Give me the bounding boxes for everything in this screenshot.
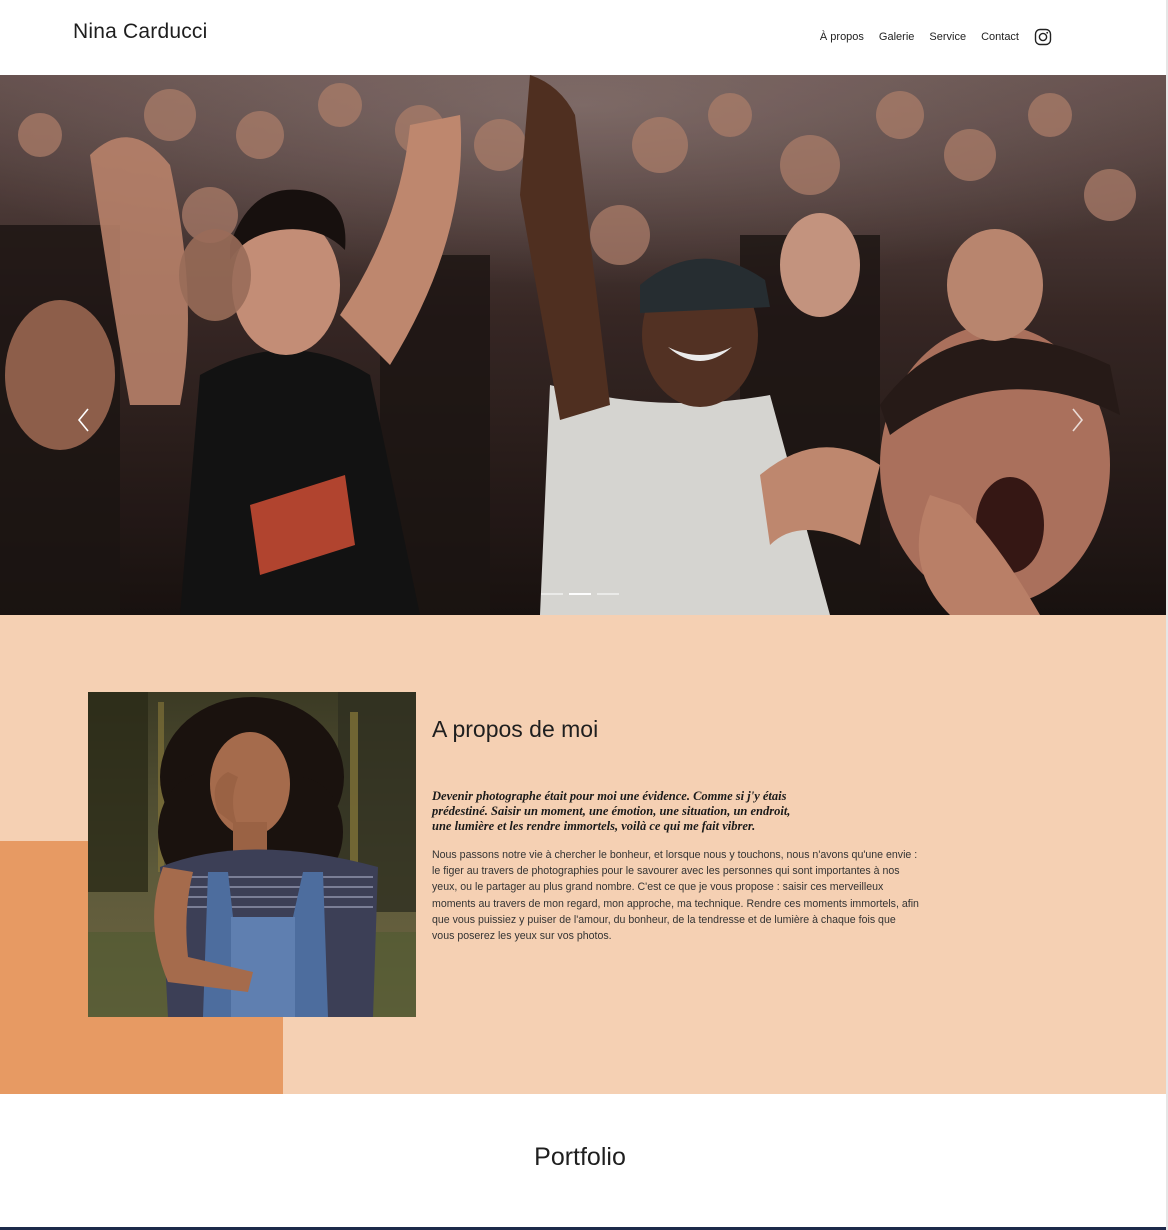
portrait-photo	[88, 692, 416, 1017]
main-nav: À propos Galerie Service Contact	[820, 28, 1052, 46]
site-header: Nina Carducci À propos Galerie Service C…	[0, 0, 1168, 75]
carousel-indicator-1[interactable]	[541, 593, 563, 595]
chevron-left-icon[interactable]	[73, 405, 95, 435]
about-quote-line: Devenir photographe était pour moi une é…	[432, 789, 787, 803]
nav-link-a-propos[interactable]: À propos	[820, 29, 864, 45]
about-text: Nous passons notre vie à chercher le bon…	[432, 847, 962, 944]
nav-link-service[interactable]: Service	[929, 29, 966, 45]
about-text-line: yeux, ou le partager au plus grand nombr…	[432, 881, 884, 894]
nav-link-galerie[interactable]: Galerie	[879, 29, 914, 45]
concert-crowd-image	[0, 75, 1166, 615]
about-text-line: Nous passons notre vie à chercher le bon…	[432, 849, 918, 861]
about-title: A propos de moi	[432, 716, 599, 742]
portfolio-title: Portfolio	[534, 1143, 626, 1171]
about-quote: Devenir photographe était pour moi une é…	[432, 789, 822, 834]
carousel-indicators	[541, 593, 625, 595]
portfolio-section: Portfolio	[0, 1094, 1168, 1230]
carousel-indicator-2[interactable]	[569, 593, 591, 595]
carousel-indicator-3[interactable]	[597, 593, 619, 595]
site-brand[interactable]: Nina Carducci	[73, 20, 208, 44]
about-text-line: que vous puissiez y puiser de l'amour, d…	[432, 913, 896, 926]
chevron-right-icon[interactable]	[1066, 405, 1088, 435]
about-section: A propos de moi Devenir photographe étai…	[0, 615, 1166, 1094]
hero-carousel[interactable]	[0, 75, 1166, 615]
instagram-icon[interactable]	[1034, 28, 1052, 46]
about-quote-line: prédestiné. Saisir un moment, une émotio…	[432, 804, 791, 818]
about-text-line: vous poserez les yeux sur vos photos.	[432, 930, 612, 943]
nav-link-contact[interactable]: Contact	[981, 29, 1019, 45]
about-text-line: le figer au travers de photographies pou…	[432, 865, 900, 878]
about-quote-line: une lumière et les rendre immortels, voi…	[432, 819, 756, 833]
about-text-line: moments au travers de mon regard, mon ap…	[432, 897, 919, 910]
